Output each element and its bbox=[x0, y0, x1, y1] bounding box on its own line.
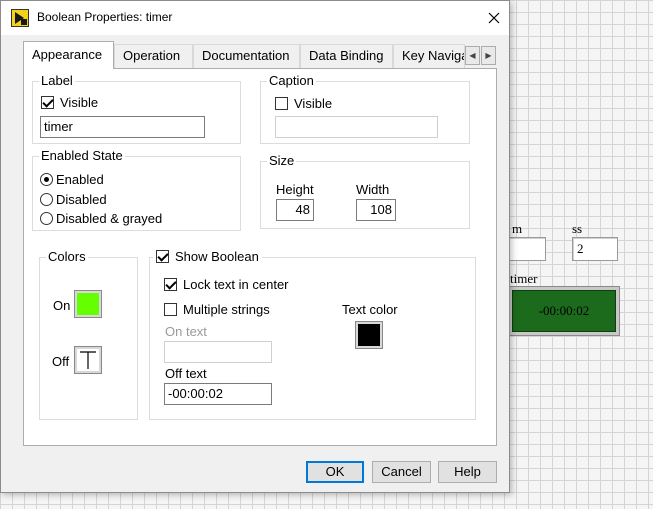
front-panel-timer-label: timer bbox=[510, 271, 538, 286]
label-visible-text: Visible bbox=[60, 95, 99, 110]
radio-icon bbox=[40, 193, 53, 206]
caption-group: Caption Visible bbox=[260, 73, 470, 144]
boolean-properties-dialog: Boolean Properties: timer Appearance Ope… bbox=[0, 0, 510, 493]
caption-group-title: Caption bbox=[267, 73, 316, 89]
on-color-label: On bbox=[53, 298, 71, 313]
front-panel-label-ss: ss bbox=[572, 221, 583, 236]
width-label: Width bbox=[356, 182, 390, 197]
front-panel-timer-indicator[interactable]: -00:00:02 bbox=[508, 286, 620, 336]
tab-documentation[interactable]: Documentation bbox=[193, 44, 300, 68]
height-field[interactable]: 48 bbox=[276, 199, 314, 221]
size-group: Size Height 48 Width 108 bbox=[260, 153, 470, 229]
chevron-right-icon: ▶ bbox=[485, 51, 492, 60]
text-color-label: Text color bbox=[342, 302, 398, 317]
show-boolean-group: Show Boolean Lock text in center Multipl… bbox=[149, 249, 476, 420]
enabled-state-group: Enabled State Enabled Disabled Disabled … bbox=[32, 148, 241, 231]
caption-text-field[interactable] bbox=[275, 116, 438, 138]
height-label: Height bbox=[276, 182, 314, 197]
disabled-grayed-radio[interactable]: Disabled & grayed bbox=[40, 211, 162, 226]
lock-text-label: Lock text in center bbox=[183, 277, 289, 292]
chevron-left-icon: ◀ bbox=[469, 51, 476, 60]
tab-scroll-left-button[interactable]: ◀ bbox=[465, 46, 480, 65]
tab-data-binding[interactable]: Data Binding bbox=[300, 44, 393, 68]
front-panel-label-m: m bbox=[512, 221, 523, 236]
text-color-swatch bbox=[358, 324, 380, 346]
tab-scroll-right-button[interactable]: ▶ bbox=[481, 46, 496, 65]
transparent-color-icon bbox=[80, 351, 96, 369]
show-boolean-label: Show Boolean bbox=[175, 249, 259, 264]
enabled-radio[interactable]: Enabled bbox=[40, 172, 104, 187]
close-icon bbox=[488, 12, 500, 24]
checkbox-icon bbox=[164, 303, 177, 316]
colors-group-title: Colors bbox=[46, 249, 88, 265]
label-group: Label Visible timer bbox=[32, 73, 241, 144]
help-button[interactable]: Help bbox=[438, 461, 497, 483]
disabled-grayed-option-label: Disabled & grayed bbox=[56, 211, 163, 226]
off-color-label: Off bbox=[52, 354, 70, 369]
checkbox-icon bbox=[156, 250, 169, 263]
on-color-swatch bbox=[77, 293, 99, 315]
front-panel-m-field[interactable] bbox=[504, 237, 546, 261]
tab-key-navigation[interactable]: Key Naviga bbox=[393, 44, 465, 68]
label-text-field[interactable]: timer bbox=[40, 116, 205, 138]
show-boolean-checkbox[interactable]: Show Boolean bbox=[153, 249, 262, 264]
ok-button[interactable]: OK bbox=[306, 461, 364, 483]
window-title: Boolean Properties: timer bbox=[37, 10, 173, 24]
off-color-picker[interactable] bbox=[74, 346, 102, 374]
front-panel-ss-field[interactable]: 2 bbox=[572, 237, 618, 261]
on-text-label: On text bbox=[165, 324, 207, 339]
cancel-button[interactable]: Cancel bbox=[372, 461, 431, 483]
tab-appearance[interactable]: Appearance bbox=[23, 41, 114, 69]
title-bar[interactable]: Boolean Properties: timer bbox=[1, 1, 509, 35]
multiple-strings-label: Multiple strings bbox=[183, 302, 270, 317]
lock-text-checkbox[interactable]: Lock text in center bbox=[164, 277, 289, 292]
size-group-title: Size bbox=[267, 153, 297, 169]
text-color-picker[interactable] bbox=[355, 321, 383, 349]
caption-visible-text: Visible bbox=[294, 96, 333, 111]
on-text-field[interactable] bbox=[164, 341, 272, 363]
off-color-swatch bbox=[77, 349, 99, 371]
checkbox-icon bbox=[164, 278, 177, 291]
close-button[interactable] bbox=[479, 5, 509, 31]
width-field[interactable]: 108 bbox=[356, 199, 396, 221]
radio-icon bbox=[40, 212, 53, 225]
colors-group: Colors On Off bbox=[39, 249, 138, 420]
disabled-radio[interactable]: Disabled bbox=[40, 192, 107, 207]
enabled-option-label: Enabled bbox=[56, 172, 104, 187]
label-visible-checkbox[interactable]: Visible bbox=[41, 95, 98, 110]
on-color-picker[interactable] bbox=[74, 290, 102, 318]
off-text-label: Off text bbox=[165, 366, 207, 381]
radio-selected-icon bbox=[40, 173, 53, 186]
enabled-state-title: Enabled State bbox=[39, 148, 125, 164]
appearance-tab-panel: Label Visible timer Caption Visible Enab… bbox=[23, 68, 497, 446]
tab-operation[interactable]: Operation bbox=[114, 44, 193, 68]
timer-indicator-text: -00:00:02 bbox=[512, 290, 616, 332]
checkbox-icon bbox=[41, 96, 54, 109]
checkbox-icon bbox=[275, 97, 288, 110]
multiple-strings-checkbox[interactable]: Multiple strings bbox=[164, 302, 270, 317]
labview-app-icon bbox=[11, 9, 29, 27]
caption-visible-checkbox[interactable]: Visible bbox=[275, 96, 332, 111]
disabled-option-label: Disabled bbox=[56, 192, 107, 207]
off-text-field[interactable]: -00:00:02 bbox=[164, 383, 272, 405]
label-group-title: Label bbox=[39, 73, 75, 89]
